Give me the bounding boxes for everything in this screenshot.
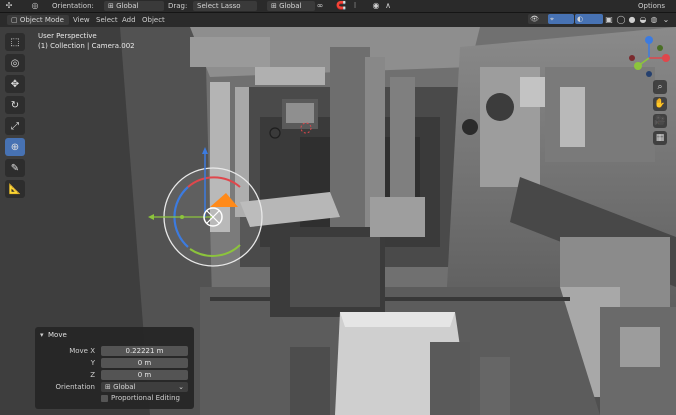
orientation-select[interactable]: ⊞ Global ⌄: [101, 382, 188, 392]
orientation-label: Orientation: [55, 383, 95, 391]
menu-select[interactable]: Select: [96, 15, 118, 25]
pivot-icon[interactable]: ◎: [30, 1, 40, 11]
move-icon: ✥: [10, 78, 20, 90]
select-mode-dropdown[interactable]: Select Lasso: [193, 1, 257, 11]
rotate-icon: ↻: [10, 99, 20, 111]
eye-icon: 👁: [530, 15, 539, 23]
magnet-icon[interactable]: 🧲: [336, 1, 346, 11]
pan-hand-icon[interactable]: ✋: [653, 97, 667, 111]
move-y-field[interactable]: 0 m: [101, 358, 188, 368]
move-z-field[interactable]: 0 m: [101, 370, 188, 380]
measure-icon: 📐: [8, 183, 22, 195]
y-label: Y: [90, 359, 95, 367]
mode-dropdown[interactable]: ▢ Object Mode: [7, 15, 69, 25]
move-tool[interactable]: ✥: [5, 75, 25, 93]
transform-tool-icon: ⊕: [10, 141, 20, 153]
cursor-tool[interactable]: ◎: [5, 54, 25, 72]
pivot-value: Global: [279, 2, 302, 10]
panel-collapse-icon[interactable]: ▾: [40, 330, 44, 340]
drag-label: Drag:: [168, 2, 188, 10]
orientation-select-value: Global: [113, 383, 136, 391]
material-shading-icon[interactable]: ◒: [638, 15, 648, 25]
rendered-shading-icon[interactable]: ◍: [649, 15, 659, 25]
transform-tool[interactable]: ⊕: [5, 138, 25, 156]
camera-view-icon[interactable]: 🎥: [653, 114, 667, 128]
perspective-label: User Perspective: [38, 32, 97, 40]
axes-icon: ⊞: [108, 2, 114, 10]
global-icon: ⊞: [271, 2, 277, 10]
chevron-down-icon: ⌄: [178, 383, 184, 391]
shading-options-icon[interactable]: ⌄: [661, 15, 671, 25]
scale-tool[interactable]: ⤢: [5, 117, 25, 135]
orientation-value: Global: [116, 2, 139, 10]
gizmo-icon: ⌖: [550, 15, 554, 23]
annotate-tool[interactable]: ✎: [5, 159, 25, 177]
solid-shading-icon[interactable]: ●: [627, 15, 637, 25]
cursor-icon: ◎: [10, 57, 20, 69]
collection-label: (1) Collection | Camera.002: [38, 42, 135, 50]
proportional-icon[interactable]: ◉: [371, 1, 381, 11]
orientation-dropdown[interactable]: ⊞ Global: [104, 1, 164, 11]
proportional-editing-label: Proportional Editing: [111, 394, 180, 402]
overlay-toggle[interactable]: ◐: [575, 14, 603, 24]
scale-icon: ⤢: [11, 120, 19, 132]
object-mode-icon: ▢: [11, 16, 18, 24]
select-box-tool[interactable]: ⬚: [5, 33, 25, 51]
viewport-header: ▢ Object Mode View Select Add Object 👁 ⌖…: [0, 13, 676, 27]
overlay-icon: ◐: [577, 15, 584, 23]
rotate-tool[interactable]: ↻: [5, 96, 25, 114]
move-x-field[interactable]: 0.22221 m: [101, 346, 188, 356]
orientation-label: Orientation:: [52, 2, 94, 10]
menu-view[interactable]: View: [73, 15, 90, 25]
zoom-icon[interactable]: ⌕: [653, 80, 667, 94]
menu-object[interactable]: Object: [142, 15, 165, 25]
move-x-label: Move X: [69, 347, 95, 355]
panel-title[interactable]: Move: [48, 330, 67, 340]
mode-value: Object Mode: [19, 16, 64, 24]
falloff-icon[interactable]: ∧: [383, 1, 393, 11]
annotate-icon: ✎: [10, 162, 20, 174]
transform-icon[interactable]: ✣: [4, 1, 14, 11]
xray-icon[interactable]: ▣: [604, 15, 614, 25]
operator-panel: ▾ Move Move X 0.22221 m Y 0 m Z 0 m Orie…: [35, 327, 194, 409]
gizmo-toggle[interactable]: ⌖: [548, 14, 574, 24]
proportional-editing-checkbox[interactable]: [101, 395, 108, 402]
left-toolbar: ⬚ ◎ ✥ ↻ ⤢ ⊕ ✎ 📐: [5, 33, 27, 201]
select-mode-value: Select Lasso: [197, 2, 241, 10]
z-label: Z: [90, 371, 95, 379]
snap-icon[interactable]: ∞: [315, 1, 325, 11]
measure-tool[interactable]: 📐: [5, 180, 25, 198]
tool-settings-bar: ✣ ◎ Orientation: ⊞ Global Drag: Select L…: [0, 0, 676, 13]
axes-icon: ⊞: [105, 383, 111, 391]
select-box-icon: ⬚: [10, 36, 20, 48]
wireframe-shading-icon[interactable]: ◯: [616, 15, 626, 25]
options-menu[interactable]: Options: [638, 1, 665, 11]
pivot-dropdown[interactable]: ⊞ Global: [267, 1, 315, 11]
menu-add[interactable]: Add: [122, 15, 136, 25]
grid-view-icon[interactable]: ▦: [653, 131, 667, 145]
navigation-gizmo[interactable]: [624, 34, 674, 78]
snap-target-icon[interactable]: ⁝: [350, 1, 360, 11]
